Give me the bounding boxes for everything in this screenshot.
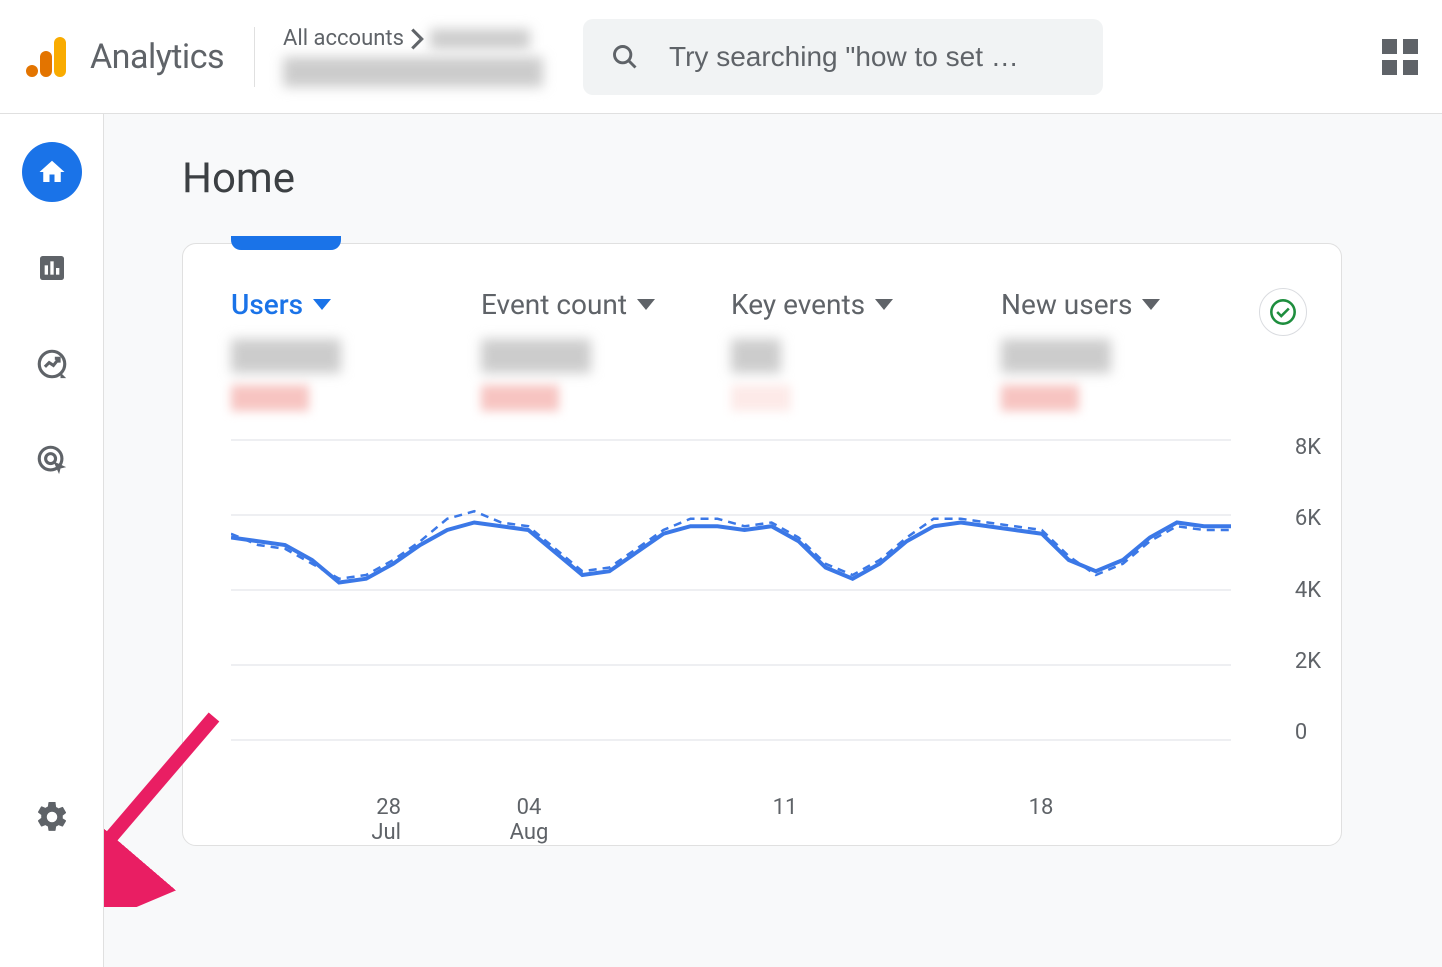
search-icon — [611, 41, 639, 73]
x-axis: 28Jul 04Aug 11 18 — [183, 795, 1341, 845]
chevron-down-icon — [1142, 299, 1160, 310]
metric-new-users[interactable]: New users — [1001, 288, 1251, 415]
metric-users[interactable]: Users — [231, 288, 481, 415]
check-circle-icon — [1269, 298, 1297, 326]
trend-chart: 8K 6K 4K 2K 0 — [183, 435, 1341, 795]
analytics-logo-icon — [24, 33, 72, 81]
home-icon — [37, 157, 67, 187]
nav-reports[interactable] — [22, 238, 82, 298]
line-chart-svg — [231, 435, 1231, 745]
bar-chart-icon — [36, 252, 68, 284]
metric-key-events[interactable]: Key events — [731, 288, 1001, 415]
target-click-icon — [35, 443, 69, 477]
trend-circle-icon — [35, 347, 69, 381]
search-input[interactable] — [669, 41, 1075, 73]
account-name-redacted — [430, 29, 530, 49]
chevron-down-icon — [637, 299, 655, 310]
metric-delta-redacted — [231, 385, 309, 411]
overview-card: Users Event count Key events — [182, 243, 1342, 846]
data-quality-badge[interactable] — [1259, 288, 1307, 336]
sidebar — [0, 114, 104, 967]
search-bar[interactable] — [583, 19, 1103, 95]
product-name: Analytics — [90, 37, 224, 77]
chevron-right-icon — [410, 28, 424, 50]
metric-event-count[interactable]: Event count — [481, 288, 731, 415]
gear-icon — [34, 799, 70, 835]
chevron-down-icon — [313, 299, 331, 310]
metric-delta-redacted — [1001, 385, 1079, 411]
page-title: Home — [182, 154, 1442, 203]
nav-explore[interactable] — [22, 334, 82, 394]
nav-advertising[interactable] — [22, 430, 82, 490]
account-picker[interactable]: All accounts — [283, 26, 543, 87]
metric-value-redacted — [1001, 339, 1111, 373]
chevron-down-icon — [875, 299, 893, 310]
app-header: Analytics All accounts — [0, 0, 1442, 114]
property-name-redacted — [283, 57, 543, 87]
logo-block[interactable]: Analytics — [24, 27, 255, 87]
metric-delta-redacted — [481, 385, 559, 411]
metric-selector-row: Users Event count Key events — [183, 244, 1341, 425]
main-content: Home Users Event count Ke — [104, 114, 1442, 967]
metric-value-redacted — [481, 339, 591, 373]
nav-admin-settings[interactable] — [22, 787, 82, 847]
apps-menu-icon[interactable] — [1382, 39, 1418, 75]
breadcrumb-root: All accounts — [283, 26, 404, 51]
nav-home[interactable] — [22, 142, 82, 202]
y-axis: 8K 6K 4K 2K 0 — [1295, 435, 1321, 745]
metric-value-redacted — [731, 339, 781, 373]
metric-delta-redacted — [731, 385, 791, 411]
metric-value-redacted — [231, 339, 341, 373]
